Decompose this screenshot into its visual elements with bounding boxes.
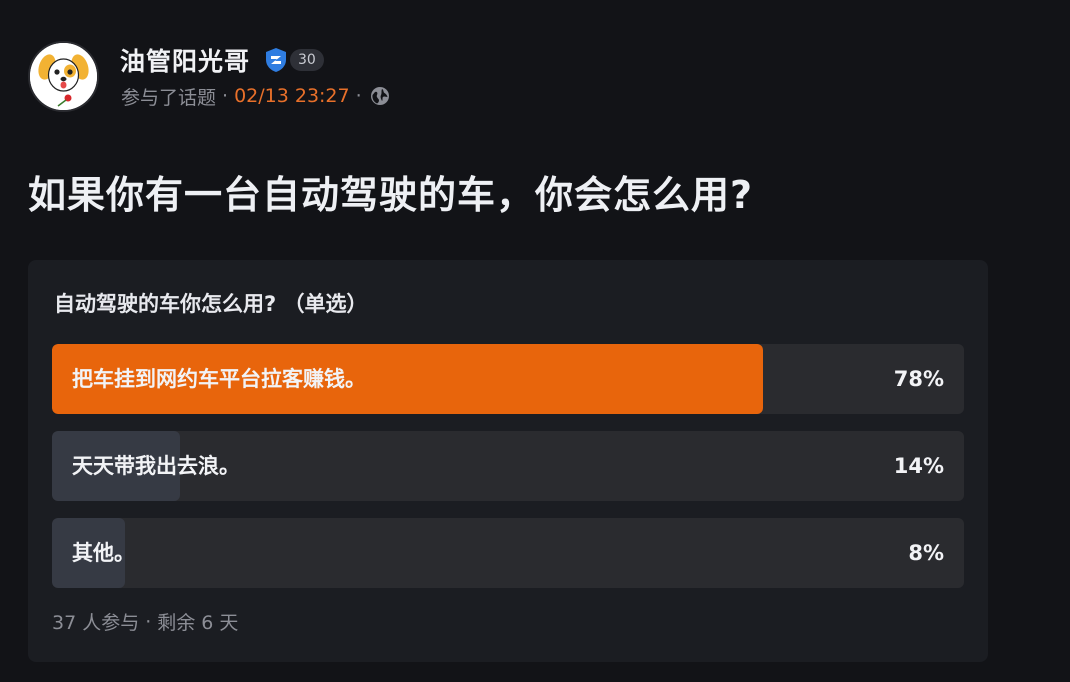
meta-separator: · <box>355 85 362 107</box>
poll-option-label: 天天带我出去浪。 <box>72 454 240 478</box>
puppy-avatar-icon <box>30 43 97 110</box>
globe-icon <box>370 86 390 106</box>
post-title: 如果你有一台自动驾驶的车，你会怎么用? <box>28 173 754 217</box>
poll-option-percent: 14% <box>893 454 944 478</box>
poll-option-label: 把车挂到网约车平台拉客赚钱。 <box>72 367 366 391</box>
poll-participants: 37 人参与 <box>52 612 140 634</box>
poll-option[interactable]: 把车挂到网约车平台拉客赚钱。 78% <box>52 344 964 414</box>
post-page: 油管阳光哥 30 参与了话题 · 02/13 23:27 · 如果你有一台自动驾… <box>0 0 1070 682</box>
poll-card: 自动驾驶的车你怎么用? （单选） 把车挂到网约车平台拉客赚钱。 78% 天天带我… <box>28 260 988 662</box>
verified-shield-icon <box>264 47 288 73</box>
poll-option-label: 其他。 <box>72 541 135 565</box>
poll-option[interactable]: 天天带我出去浪。 14% <box>52 431 964 501</box>
poll-question: 自动驾驶的车你怎么用? （单选） <box>54 292 368 316</box>
post-meta: 参与了话题 · 02/13 23:27 · <box>121 83 390 109</box>
meta-prefix: 参与了话题 <box>121 86 217 109</box>
poll-option[interactable]: 其他。 8% <box>52 518 964 588</box>
poll-option-percent: 78% <box>893 367 944 391</box>
level-badge: 30 <box>290 49 324 71</box>
poll-footer-separator: · <box>145 610 152 633</box>
author-avatar[interactable] <box>28 41 99 112</box>
post-time: 02/13 23:27 <box>234 85 350 107</box>
poll-remaining: 剩余 6 天 <box>157 612 239 634</box>
poll-footer: 37 人参与 · 剩余 6 天 <box>52 608 238 635</box>
poll-option-percent: 8% <box>908 541 944 565</box>
author-row: 油管阳光哥 30 <box>120 42 324 78</box>
meta-separator: · <box>222 85 229 107</box>
author-name[interactable]: 油管阳光哥 <box>120 42 250 78</box>
